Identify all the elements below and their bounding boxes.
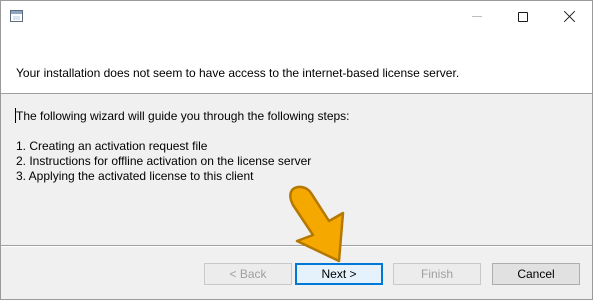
step-item: 3. Applying the activated license to thi… [16,169,254,183]
step-item: 2. Instructions for offline activation o… [16,154,312,168]
pointer-arrow-icon [289,185,345,263]
wizard-window: Your installation does not seem to have … [0,0,593,300]
close-icon [564,11,575,22]
next-button[interactable]: Next > [295,263,383,285]
step-item: 1. Creating an activation request file [16,139,208,153]
minimize-button[interactable] [454,1,500,32]
cancel-button-label: Cancel [517,267,555,281]
app-window-icon [10,10,23,22]
header-panel: Your installation does not seem to have … [1,32,592,94]
back-button[interactable]: < Back [204,263,292,285]
maximize-icon [518,11,528,22]
finish-button[interactable]: Finish [393,263,481,285]
steps-list: 1. Creating an activation request file 2… [16,139,311,184]
footer-divider [1,245,592,246]
next-button-label: Next > [321,267,357,281]
header-message: Your installation does not seem to have … [16,66,460,80]
title-bar[interactable] [1,1,592,32]
cancel-button[interactable]: Cancel [492,263,580,285]
close-button[interactable] [546,1,592,32]
back-button-label: < Back [229,267,267,281]
finish-button-label: Finish [420,267,453,281]
intro-text: The following wizard will guide you thro… [16,109,350,123]
minimize-icon [472,16,482,17]
maximize-button[interactable] [500,1,546,32]
